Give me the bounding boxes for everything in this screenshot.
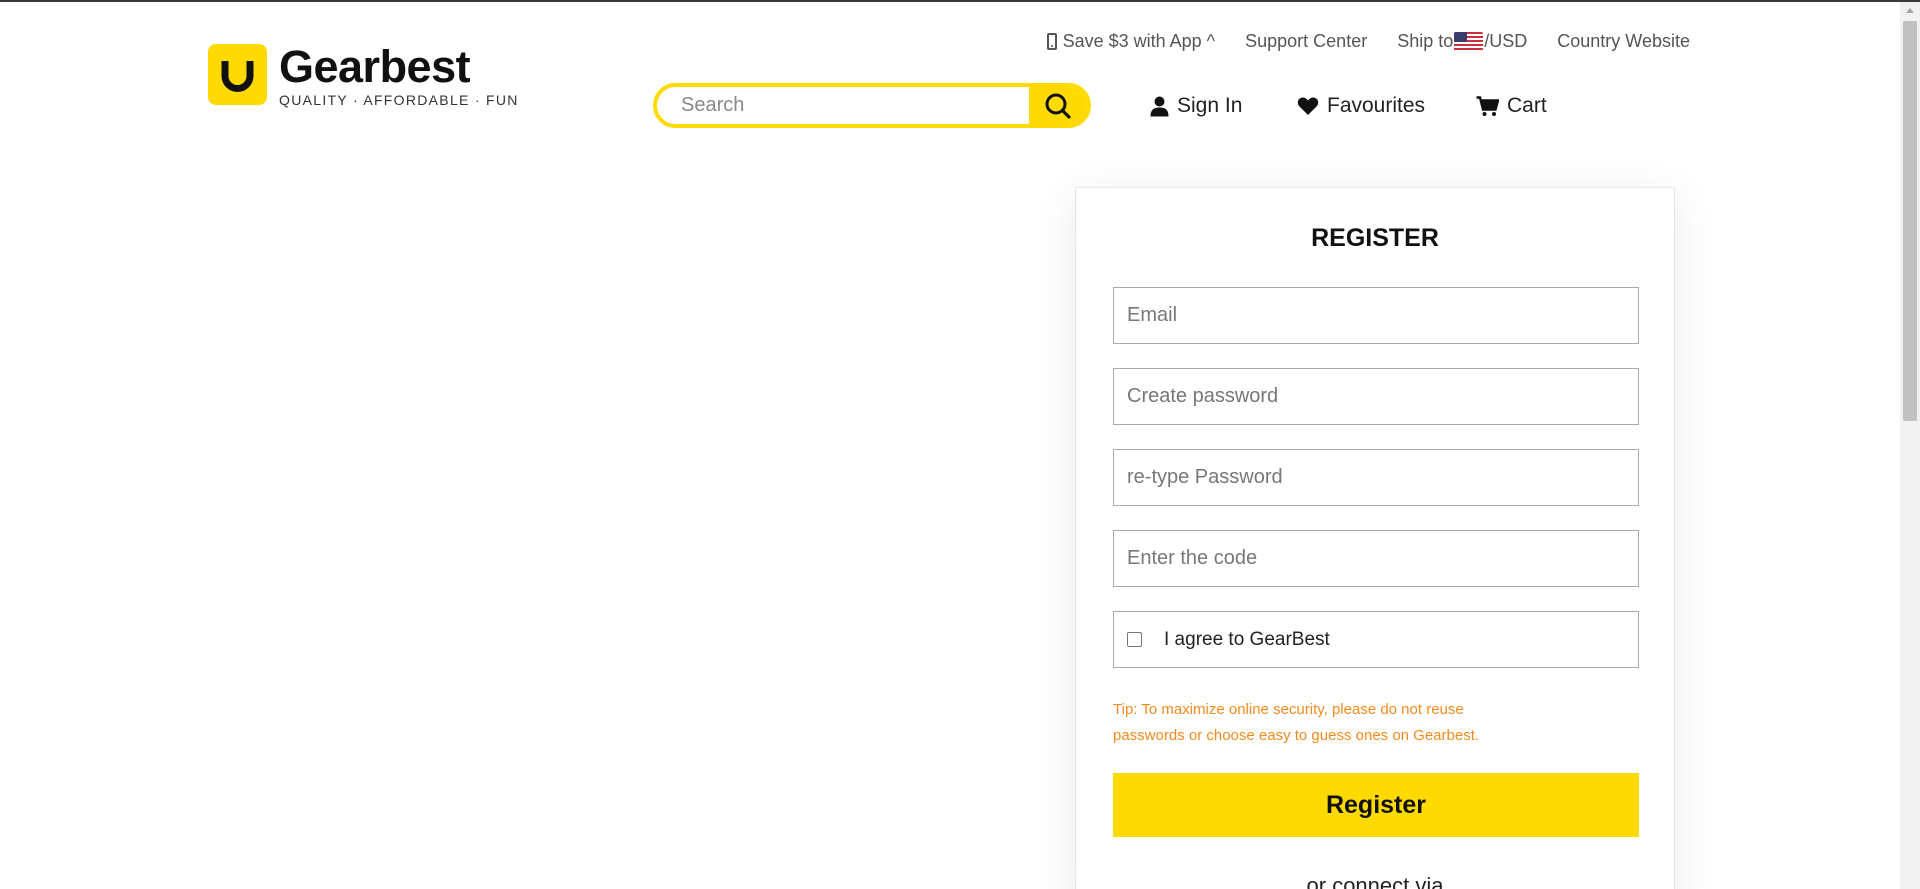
sign-in-label: Sign In	[1177, 94, 1243, 117]
logo-tagline: QUALITY · AFFORDABLE · FUN	[279, 92, 519, 108]
currency-label: /USD	[1484, 31, 1528, 51]
verification-code-field	[1113, 530, 1639, 587]
smile-logo-icon	[208, 44, 267, 105]
us-flag-icon	[1454, 31, 1484, 52]
search-button[interactable]	[1029, 87, 1087, 124]
favourites-link[interactable]: Favourites	[1297, 94, 1425, 118]
window-top-border	[0, 0, 1920, 2]
register-title: REGISTER	[1311, 224, 1439, 252]
heart-icon	[1297, 97, 1319, 115]
agree-terms-checkbox[interactable]	[1127, 632, 1142, 647]
support-center-link[interactable]: Support Center	[1245, 31, 1367, 52]
country-website-link[interactable]: Country Website	[1557, 31, 1690, 52]
register-card: REGISTER I agree to GearBest Tip: To max…	[1075, 187, 1675, 889]
site-logo[interactable]: Gearbest QUALITY · AFFORDABLE · FUN	[208, 41, 519, 108]
cart-link[interactable]: Cart	[1476, 94, 1547, 118]
security-tip: Tip: To maximize online security, please…	[1113, 701, 1480, 744]
app-promo-link[interactable]: Save $3 with App ^	[1046, 31, 1216, 52]
verification-code-input[interactable]	[1114, 531, 1638, 586]
agree-terms-label[interactable]: I agree to GearBest	[1164, 629, 1330, 651]
user-icon	[1150, 96, 1169, 116]
country-website-label: Country Website	[1557, 31, 1690, 51]
scroll-up-arrow-icon[interactable]	[1906, 8, 1914, 13]
phone-icon	[1046, 33, 1057, 50]
ship-to-label: Ship to	[1397, 31, 1454, 51]
top-utility-links: Save $3 with App ^ Support Center Ship t…	[1046, 31, 1690, 52]
create-password-field	[1113, 368, 1639, 425]
search-input[interactable]	[657, 87, 1029, 124]
app-promo-label: Save $3 with App ^	[1062, 31, 1216, 51]
sign-in-link[interactable]: Sign In	[1150, 94, 1242, 118]
connect-via-text: or connect via	[1306, 873, 1444, 889]
logo-name: Gearbest	[279, 41, 471, 92]
page-scrollbar[interactable]	[1900, 2, 1920, 889]
register-button[interactable]: Register	[1113, 773, 1639, 837]
cart-label: Cart	[1507, 94, 1547, 117]
retype-password-input[interactable]	[1114, 450, 1638, 505]
email-field	[1113, 287, 1639, 344]
retype-password-field	[1113, 449, 1639, 506]
search-icon	[1045, 93, 1071, 119]
email-input[interactable]	[1114, 288, 1638, 343]
agree-terms-row: I agree to GearBest	[1113, 611, 1639, 668]
ship-to-selector[interactable]: Ship to /USD	[1397, 31, 1527, 52]
create-password-input[interactable]	[1114, 369, 1638, 424]
cart-icon	[1476, 95, 1499, 116]
search-bar	[653, 83, 1091, 128]
support-center-label: Support Center	[1245, 31, 1368, 51]
favourites-label: Favourites	[1327, 94, 1426, 117]
scrollbar-thumb[interactable]	[1903, 21, 1917, 421]
